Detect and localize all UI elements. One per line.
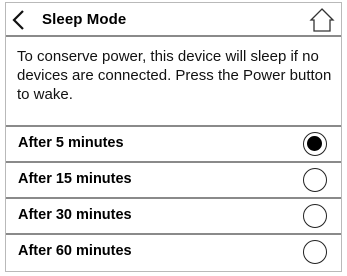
sleep-mode-screen: Sleep Mode To conserve power, this devic… [5, 2, 342, 272]
home-button[interactable] [309, 7, 335, 33]
chevron-left-icon [12, 10, 24, 30]
radio-button[interactable] [303, 240, 327, 264]
option-60-minutes[interactable]: After 60 minutes [6, 233, 341, 269]
radio-selected-dot [307, 136, 322, 151]
option-label: After 15 minutes [18, 171, 132, 187]
back-button[interactable] [10, 9, 28, 31]
option-label: After 30 minutes [18, 207, 132, 223]
page-title: Sleep Mode [42, 11, 127, 28]
radio-button[interactable] [303, 204, 327, 228]
option-15-minutes[interactable]: After 15 minutes [6, 161, 341, 197]
radio-button-selected[interactable] [303, 132, 327, 156]
sleep-mode-description: To conserve power, this device will slee… [17, 48, 332, 103]
header-bar: Sleep Mode [6, 3, 341, 37]
option-label: After 60 minutes [18, 243, 132, 259]
home-icon [309, 8, 335, 32]
option-5-minutes[interactable]: After 5 minutes [6, 125, 341, 161]
option-label: After 5 minutes [18, 135, 124, 151]
sleep-options-list: After 5 minutes After 15 minutes After 3… [6, 125, 341, 269]
radio-button[interactable] [303, 168, 327, 192]
option-30-minutes[interactable]: After 30 minutes [6, 197, 341, 233]
